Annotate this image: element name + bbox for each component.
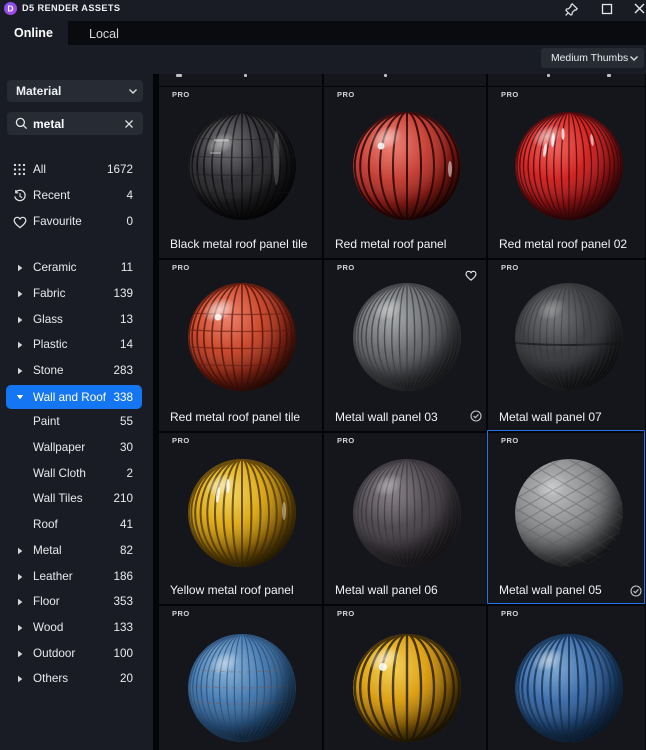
svg-text:D: D xyxy=(7,4,13,14)
